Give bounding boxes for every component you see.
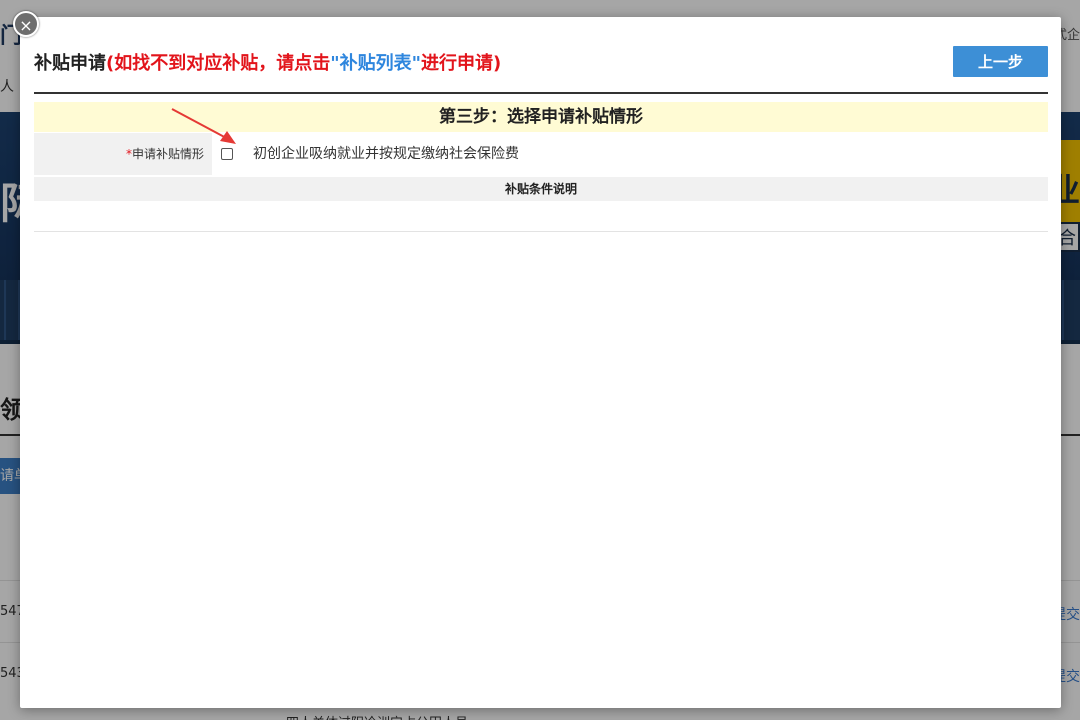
annotation-arrow-icon — [171, 108, 236, 144]
conditions-divider — [34, 231, 1048, 232]
title-divider — [34, 92, 1048, 94]
subsidy-situation-options: 初创企业吸纳就业并按规定缴纳社会保险费 — [212, 133, 1048, 175]
subsidy-list-link[interactable]: "补贴列表" — [330, 53, 421, 74]
subsidy-application-dialog: 补贴申请(如找不到对应补贴，请点击"补贴列表"进行申请) 上一步 第三步：选择申… — [20, 17, 1061, 708]
conditions-header: 补贴条件说明 — [34, 177, 1048, 201]
close-icon[interactable]: × — [13, 11, 39, 37]
previous-step-button[interactable]: 上一步 — [953, 46, 1048, 77]
dialog-title: 补贴申请(如找不到对应补贴，请点击"补贴列表"进行申请) — [34, 49, 501, 75]
dialog-title-hint-1: (如找不到对应补贴，请点击 — [106, 53, 331, 74]
dialog-title-prefix: 补贴申请 — [34, 53, 106, 74]
subsidy-option-label[interactable]: 初创企业吸纳就业并按规定缴纳社会保险费 — [253, 133, 519, 175]
dialog-title-hint-2: 进行申请) — [421, 53, 502, 74]
subsidy-situation-label-text: 申请补贴情形 — [131, 147, 204, 161]
subsidy-option-checkbox[interactable] — [221, 148, 233, 160]
